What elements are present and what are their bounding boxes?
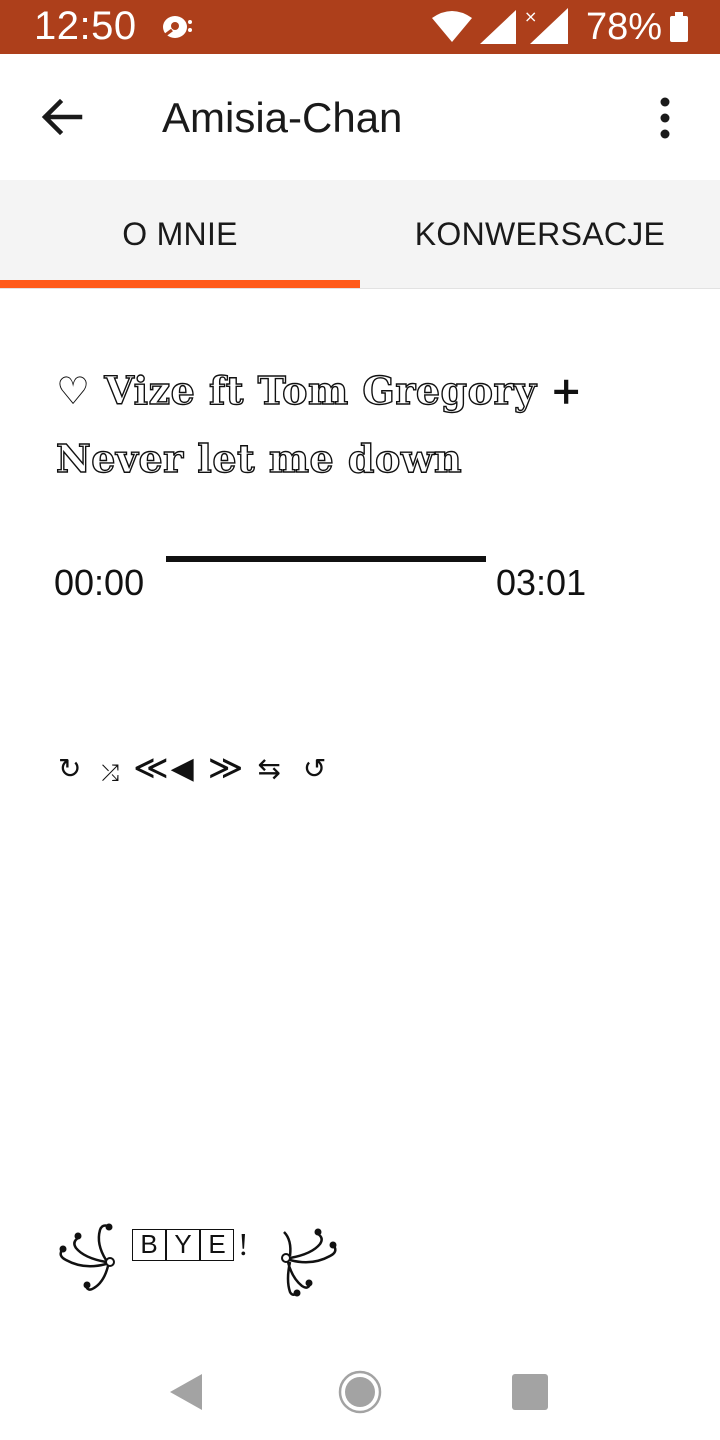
bye-letter-b: B	[132, 1228, 166, 1261]
player-controls: ↻ ⤮ ≪ ◀ ≫ ⇆ ↺	[58, 748, 326, 788]
bye-text: B Y E !	[132, 1226, 249, 1263]
swirl-left-icon	[59, 1223, 115, 1291]
status-bar: 12:50 × 78%	[0, 0, 720, 54]
bye-decoration: B Y E !	[54, 1222, 354, 1302]
battery-percent: 78%	[586, 6, 663, 48]
tab-conversations-label: KONWERSACJE	[414, 215, 666, 252]
heart-icon: ♡	[56, 369, 91, 413]
profile-title: Amisia-Chan	[162, 94, 403, 141]
signal-icon	[480, 10, 516, 49]
app-notification-icon	[160, 12, 196, 47]
swap-icon: ⇆	[257, 751, 281, 785]
player-time-start: 00:00	[54, 562, 145, 603]
play-icon: ◀	[170, 750, 194, 786]
swirl-right-icon	[281, 1228, 337, 1297]
tab-bar: O MNIE KONWERSACJE	[0, 180, 720, 289]
svg-text:×: ×	[524, 8, 537, 26]
tab-selected-indicator	[0, 280, 360, 288]
tab-about-me-label: O MNIE	[122, 215, 238, 252]
song-artist-text: Vize ft Tom Gregory	[104, 367, 537, 413]
app-bar: Amisia-Chan	[0, 54, 720, 180]
nav-recent-icon[interactable]	[512, 1374, 548, 1410]
tab-conversations[interactable]: KONWERSACJE	[360, 180, 720, 288]
more-options-button[interactable]	[648, 96, 682, 140]
arrow-back-icon	[41, 98, 83, 136]
next-icon: ≫	[207, 748, 244, 788]
signal-no-data-icon: ×	[524, 7, 568, 49]
more-vert-icon	[660, 97, 670, 139]
bye-letter-y: Y	[166, 1228, 200, 1261]
player-time-end: 03:01	[496, 562, 587, 603]
wifi-icon	[432, 10, 472, 47]
replay-icon: ↺	[302, 751, 327, 785]
bye-letter-e: E	[200, 1228, 234, 1261]
player-progress-bar	[166, 556, 486, 562]
shuffle-icon: ⤮	[101, 760, 120, 786]
nav-back-icon[interactable]	[166, 1370, 206, 1414]
status-time: 12:50	[34, 4, 137, 48]
repeat-icon: ↻	[58, 751, 82, 785]
battery-icon	[670, 12, 688, 47]
nav-home-icon[interactable]	[338, 1370, 382, 1414]
song-plus-sign: +	[550, 368, 583, 413]
bye-exclamation: !	[238, 1226, 249, 1262]
previous-icon: ≪	[133, 748, 169, 788]
back-button[interactable]	[38, 94, 88, 140]
song-title-line-1: ♡ Vize ft Tom Gregory +	[56, 367, 583, 413]
system-nav-bar	[0, 1344, 720, 1440]
song-title-line-2: Never let me down	[55, 435, 463, 481]
player-progress-fill	[166, 556, 486, 562]
tab-about-me[interactable]: O MNIE	[0, 180, 360, 288]
